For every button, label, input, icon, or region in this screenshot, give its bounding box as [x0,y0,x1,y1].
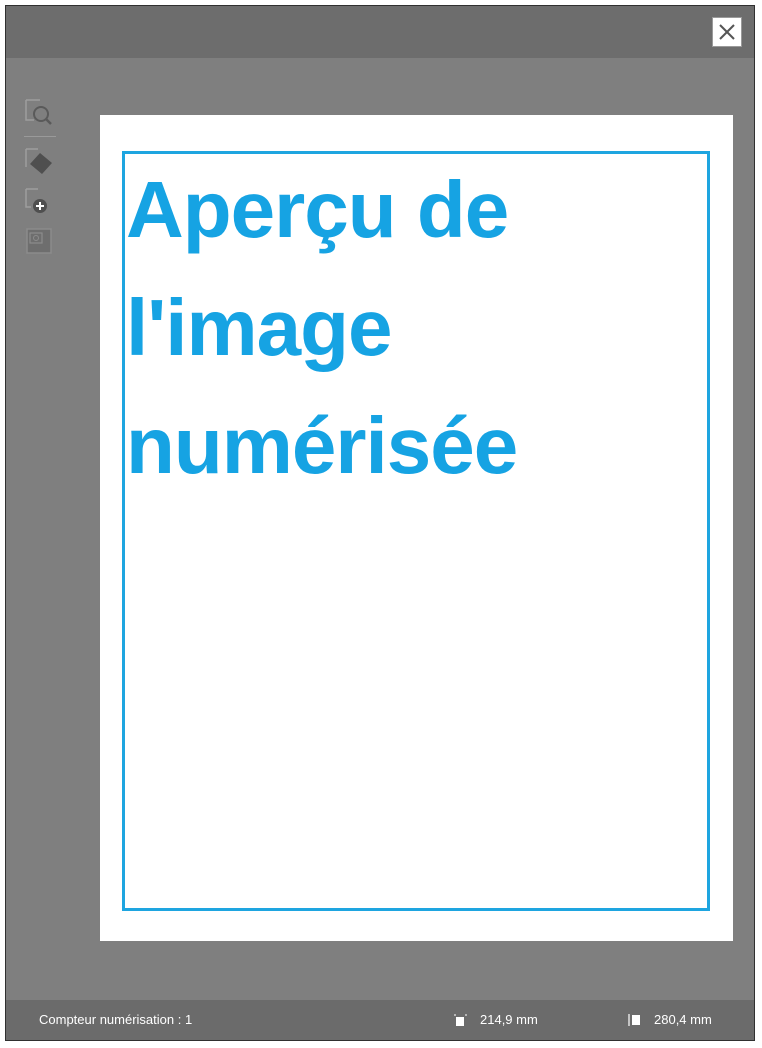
scanned-image-preview[interactable]: Aperçu de l'image numérisée [100,115,733,941]
preview-placeholder-line-2: l'image [126,283,392,372]
scan-width: 214,9 mm [454,1012,538,1027]
preview-placeholder-line-3: numérisée [126,401,518,490]
add-page-button[interactable] [22,185,60,223]
add-page-icon [25,188,47,213]
close-icon [719,24,735,40]
toolbar-divider [24,136,56,137]
scan-height-value: 280,4 mm [654,1012,712,1027]
scan-counter: Compteur numérisation : 1 [39,1012,193,1027]
status-bar: Compteur numérisation : 1 214,9 mm 280,4… [6,1000,754,1040]
rotate-page-button[interactable] [22,147,60,185]
preview-placeholder-text: Aperçu de l'image numérisée [126,151,666,505]
scan-preview-window: Aperçu de l'image numérisée Compteur num… [5,5,755,1041]
scan-width-value: 214,9 mm [480,1012,538,1027]
zoom-page-icon [25,99,52,125]
page-width-icon [454,1013,468,1027]
preview-toolbar [22,94,66,261]
page-height-icon [628,1013,642,1027]
scan-area-button[interactable] [22,223,60,261]
rotate-page-icon [25,148,52,174]
title-bar [6,6,754,58]
scan-height: 280,4 mm [628,1012,712,1027]
zoom-page-button[interactable] [22,94,60,132]
scan-area-icon [26,228,52,254]
close-button[interactable] [712,17,742,47]
preview-placeholder-line-1: Aperçu de [126,165,509,254]
